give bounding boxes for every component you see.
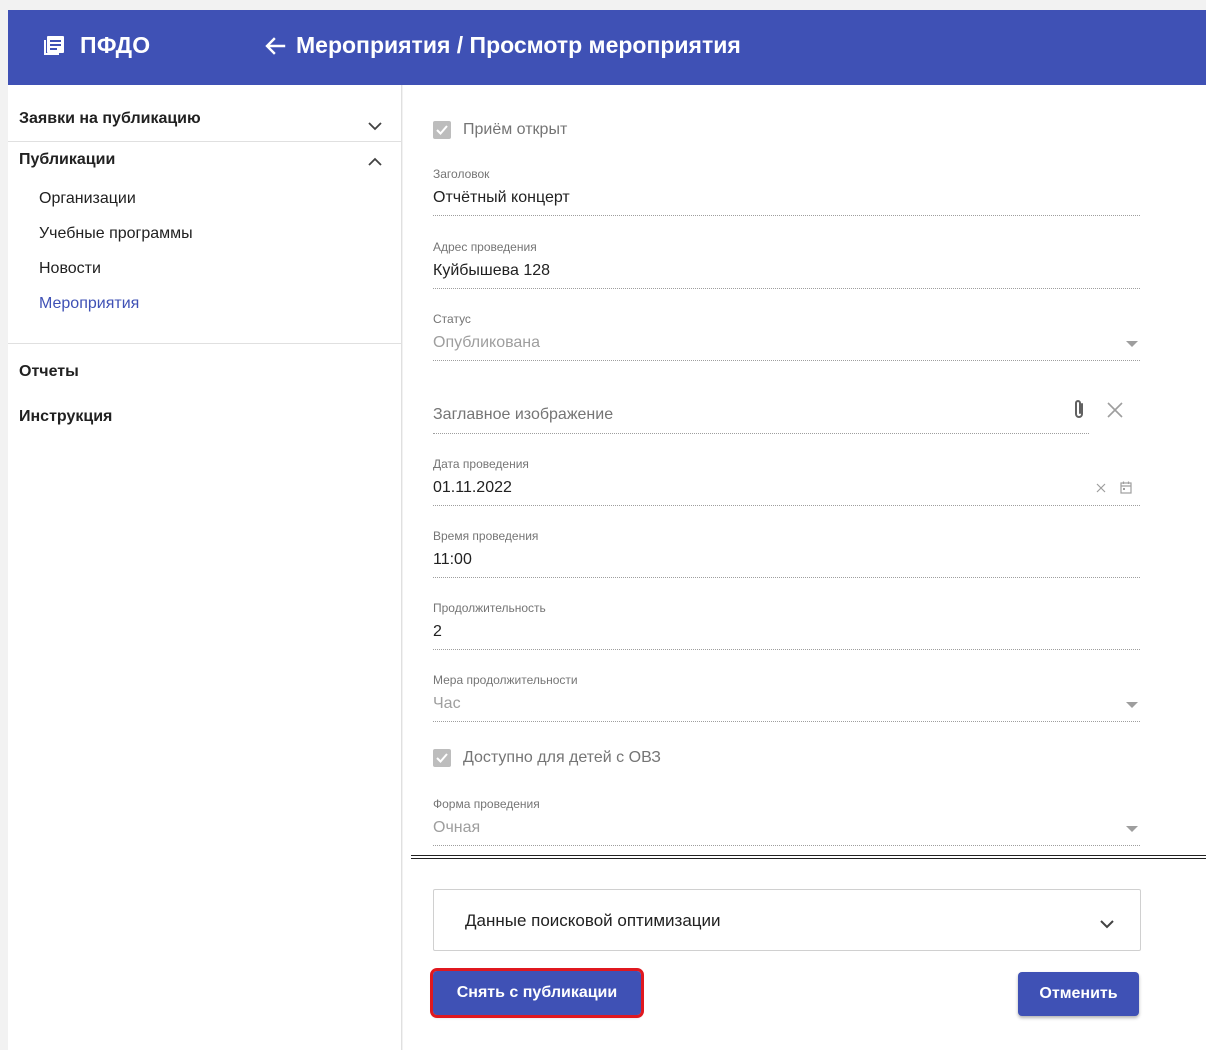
page-title: Мероприятия / Просмотр мероприятия — [264, 32, 741, 59]
field-placeholder: Заглавное изображение — [433, 406, 614, 423]
sidebar-item-events[interactable]: Мероприятия — [39, 295, 139, 313]
field-label: Заголовок — [433, 167, 490, 181]
sidebar-item-instructions[interactable]: Инструкция — [8, 408, 402, 430]
field-label: Мера продолжительности — [433, 673, 578, 687]
field-label: Форма проведения — [433, 797, 540, 811]
app-logo-text: ПФДО — [80, 32, 151, 58]
title-field[interactable]: Заголовок Отчётный концерт — [433, 165, 1140, 216]
field-value: Час — [433, 695, 461, 712]
field-label: Адрес проведения — [433, 240, 537, 254]
seo-panel-label: Данные поисковой оптимизации — [465, 911, 721, 930]
field-value: 11:00 — [433, 551, 472, 568]
page: ПФДО Мероприятия / Просмотр мероприятия … — [0, 0, 1206, 1050]
cover-image-field[interactable]: Заглавное изображение — [433, 390, 1089, 434]
event-form: Приём открыт Заголовок Отчётный концерт … — [403, 85, 1206, 1050]
sidebar-item-programs[interactable]: Учебные программы — [39, 225, 193, 243]
divider — [8, 343, 402, 344]
field-label: Время проведения — [433, 529, 539, 543]
cancel-button[interactable]: Отменить — [1018, 972, 1139, 1016]
date-field[interactable]: Дата проведения 01.11.2022 — [433, 455, 1140, 506]
checkmark-icon — [433, 121, 451, 139]
field-value: Очная — [433, 819, 481, 836]
back-arrow-icon[interactable] — [264, 35, 286, 57]
time-field[interactable]: Время проведения 11:00 — [433, 527, 1140, 578]
clear-image-icon[interactable] — [1105, 400, 1125, 420]
checkbox-label: Приём открыт — [463, 121, 568, 138]
divider — [8, 141, 402, 142]
sidebar-item-organizations[interactable]: Организации — [39, 190, 136, 208]
sidebar-item-label: Инструкция — [19, 408, 113, 425]
field-value: Куйбышева 128 — [433, 262, 551, 279]
form-type-select[interactable]: Форма проведения Очная — [433, 795, 1140, 846]
field-value: Отчётный концерт — [433, 189, 570, 206]
sidebar-item-label: Отчеты — [19, 363, 79, 380]
field-label: Дата проведения — [433, 457, 529, 471]
attach-icon[interactable] — [1069, 397, 1089, 421]
chevron-down-icon — [1100, 916, 1114, 934]
field-value: 01.11.2022 — [433, 479, 512, 496]
sidebar: Заявки на публикацию Публикации Организа… — [8, 85, 402, 1050]
unpublish-button[interactable]: Снять с публикации — [430, 968, 644, 1018]
app-logo[interactable]: ПФДО — [42, 32, 150, 59]
sidebar-group-label: Заявки на публикацию — [19, 110, 201, 127]
app-header: ПФДО Мероприятия / Просмотр мероприятия — [8, 10, 1206, 85]
field-value: 2 — [433, 623, 442, 640]
dropdown-arrow-icon — [1126, 702, 1138, 708]
field-value: Опубликована — [433, 334, 541, 351]
checkbox-label: Доступно для детей с ОВЗ — [463, 749, 661, 766]
sidebar-item-news[interactable]: Новости — [39, 260, 101, 278]
sidebar-item-reports[interactable]: Отчеты — [8, 363, 402, 385]
clear-date-icon[interactable] — [1095, 482, 1107, 494]
sidebar-group-requests[interactable]: Заявки на публикацию — [8, 110, 402, 132]
calendar-icon[interactable] — [1119, 480, 1133, 494]
checkmark-icon — [433, 749, 451, 767]
duration-unit-select[interactable]: Мера продолжительности Час — [433, 671, 1140, 722]
news-icon — [42, 34, 66, 58]
reception-open-checkbox[interactable]: Приём открыт — [433, 121, 567, 139]
chevron-up-icon — [368, 153, 382, 171]
duration-field[interactable]: Продолжительность 2 — [433, 599, 1140, 650]
section-divider — [411, 855, 1206, 859]
disabled-children-checkbox[interactable]: Доступно для детей с ОВЗ — [433, 749, 661, 767]
breadcrumb: Мероприятия / Просмотр мероприятия — [296, 32, 741, 58]
field-label: Продолжительность — [433, 601, 546, 615]
sidebar-group-publications[interactable]: Публикации — [8, 151, 402, 173]
status-select[interactable]: Статус Опубликована — [433, 310, 1140, 361]
dropdown-arrow-icon — [1126, 341, 1138, 347]
seo-expansion-panel[interactable]: Данные поисковой оптимизации — [433, 889, 1141, 951]
field-label: Статус — [433, 312, 471, 326]
chevron-down-icon — [368, 118, 382, 136]
sidebar-group-label: Публикации — [19, 151, 116, 168]
dropdown-arrow-icon — [1126, 826, 1138, 832]
address-field[interactable]: Адрес проведения Куйбышева 128 — [433, 238, 1140, 289]
